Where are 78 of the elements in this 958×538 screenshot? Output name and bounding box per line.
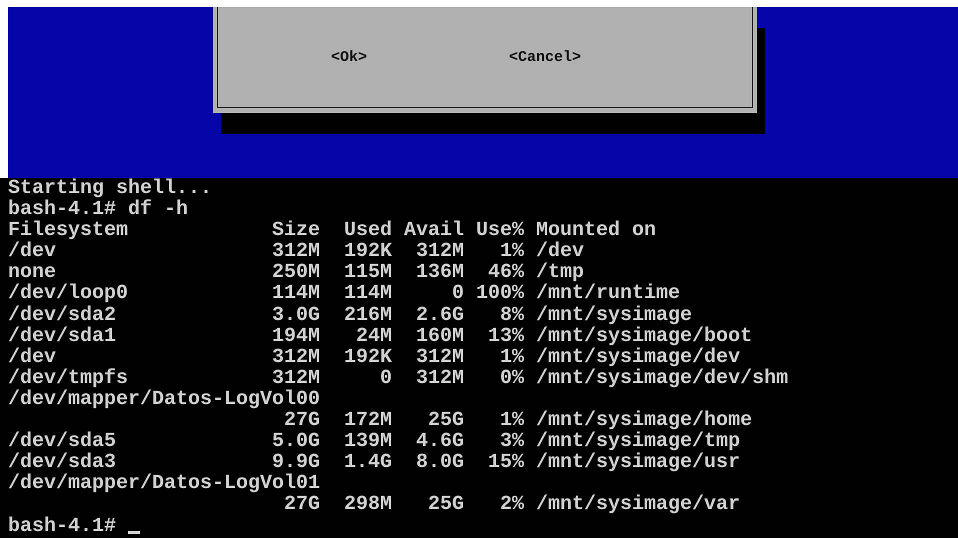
use-percent: 1%	[499, 410, 524, 432]
text-cursor	[128, 530, 140, 534]
filesystem-name: /dev/sda2	[8, 304, 116, 327]
mount-point: /mnt/runtime	[536, 283, 680, 305]
mount-point: /dev	[536, 241, 584, 262]
terminal-line: bash-4.1# df -h	[8, 199, 188, 220]
mount-point: /mnt/sysimage	[536, 304, 692, 326]
mount-point: /mnt/sysimage/dev	[536, 346, 740, 368]
avail-value: 312M	[415, 346, 464, 368]
dialog-button[interactable]: <Cancel>	[509, 46, 582, 68]
avail-value: 25G	[427, 494, 464, 516]
size-value: 9.9G	[272, 452, 320, 474]
column-header: Used	[343, 220, 392, 242]
use-percent: 8%	[499, 304, 524, 326]
column-header: Size	[272, 220, 320, 242]
column-header: Avail	[403, 220, 464, 242]
used-value: 114M	[343, 283, 392, 305]
used-value: 115M	[343, 262, 392, 284]
avail-value: 2.6G	[415, 304, 464, 326]
size-value: 27G	[283, 410, 320, 432]
use-percent: 2%	[499, 494, 524, 516]
used-value: 216M	[343, 304, 392, 326]
avail-value: 312M	[415, 368, 464, 389]
filesystem-name: /dev	[8, 346, 56, 369]
mount-point: /tmp	[536, 262, 584, 284]
size-value: 3.0G	[272, 304, 320, 326]
used-value: 0	[379, 368, 392, 389]
mount-point: /mnt/sysimage/tmp	[536, 431, 740, 452]
use-percent: 1%	[499, 346, 524, 368]
column-header: Use%	[475, 220, 524, 242]
filesystem-name: /dev/sda3	[8, 451, 116, 474]
filesystem-name: /dev/sda1	[8, 324, 116, 348]
avail-value: 8.0G	[415, 452, 464, 474]
size-value: 27G	[283, 494, 320, 516]
avail-value: 25G	[427, 410, 464, 432]
use-percent: 13%	[487, 326, 524, 347]
used-value: 172M	[343, 410, 392, 432]
avail-value: 0	[451, 283, 464, 305]
dialog-button[interactable]: <Ok>	[331, 46, 368, 68]
used-value: 139M	[343, 431, 392, 452]
size-value: 312M	[272, 346, 320, 368]
used-value: 192K	[343, 241, 392, 262]
size-value: 312M	[272, 241, 320, 262]
filesystem-name: /dev/mapper/Datos-LogVol01	[8, 473, 320, 494]
used-value: 1.4G	[343, 452, 392, 474]
column-header: Filesystem	[8, 220, 130, 242]
filesystem-name: /dev/mapper/Datos-LogVol00	[8, 388, 320, 410]
mount-point: /mnt/sysimage/dev/shm	[536, 368, 788, 389]
filesystem-name: /dev/sda5	[8, 430, 116, 454]
used-value: 192K	[343, 346, 392, 368]
size-value: 194M	[272, 326, 320, 347]
use-percent: 0%	[499, 368, 524, 389]
filesystem-name: /dev/tmpfs	[8, 366, 128, 390]
mount-point: /mnt/sysimage/boot	[536, 326, 752, 347]
size-value: 114M	[272, 283, 320, 305]
mount-point: /mnt/sysimage/home	[536, 410, 752, 432]
column-header: Mounted on	[536, 220, 656, 242]
shell-prompt: bash-4.1#	[8, 516, 116, 537]
use-percent: 3%	[499, 431, 524, 452]
avail-value: 136M	[415, 262, 464, 284]
use-percent: 100%	[475, 283, 524, 305]
avail-value: 4.6G	[415, 431, 464, 452]
size-value: 250M	[272, 262, 320, 284]
used-value: 298M	[343, 494, 392, 516]
avail-value: 312M	[415, 241, 464, 262]
use-percent: 46%	[487, 262, 524, 284]
filesystem-name: /dev/loop0	[8, 282, 128, 306]
used-value: 24M	[355, 326, 392, 347]
use-percent: 15%	[487, 452, 524, 474]
use-percent: 1%	[499, 241, 524, 262]
size-value: 5.0G	[272, 431, 320, 452]
avail-value: 160M	[415, 326, 464, 347]
filesystem-name: /dev	[8, 240, 56, 264]
mount-point: /mnt/sysimage/usr	[536, 452, 740, 474]
mount-point: /mnt/sysimage/var	[536, 494, 740, 516]
terminal-line: Starting shell...	[8, 178, 212, 200]
filesystem-name: none	[8, 261, 56, 284]
size-value: 312M	[272, 368, 320, 389]
